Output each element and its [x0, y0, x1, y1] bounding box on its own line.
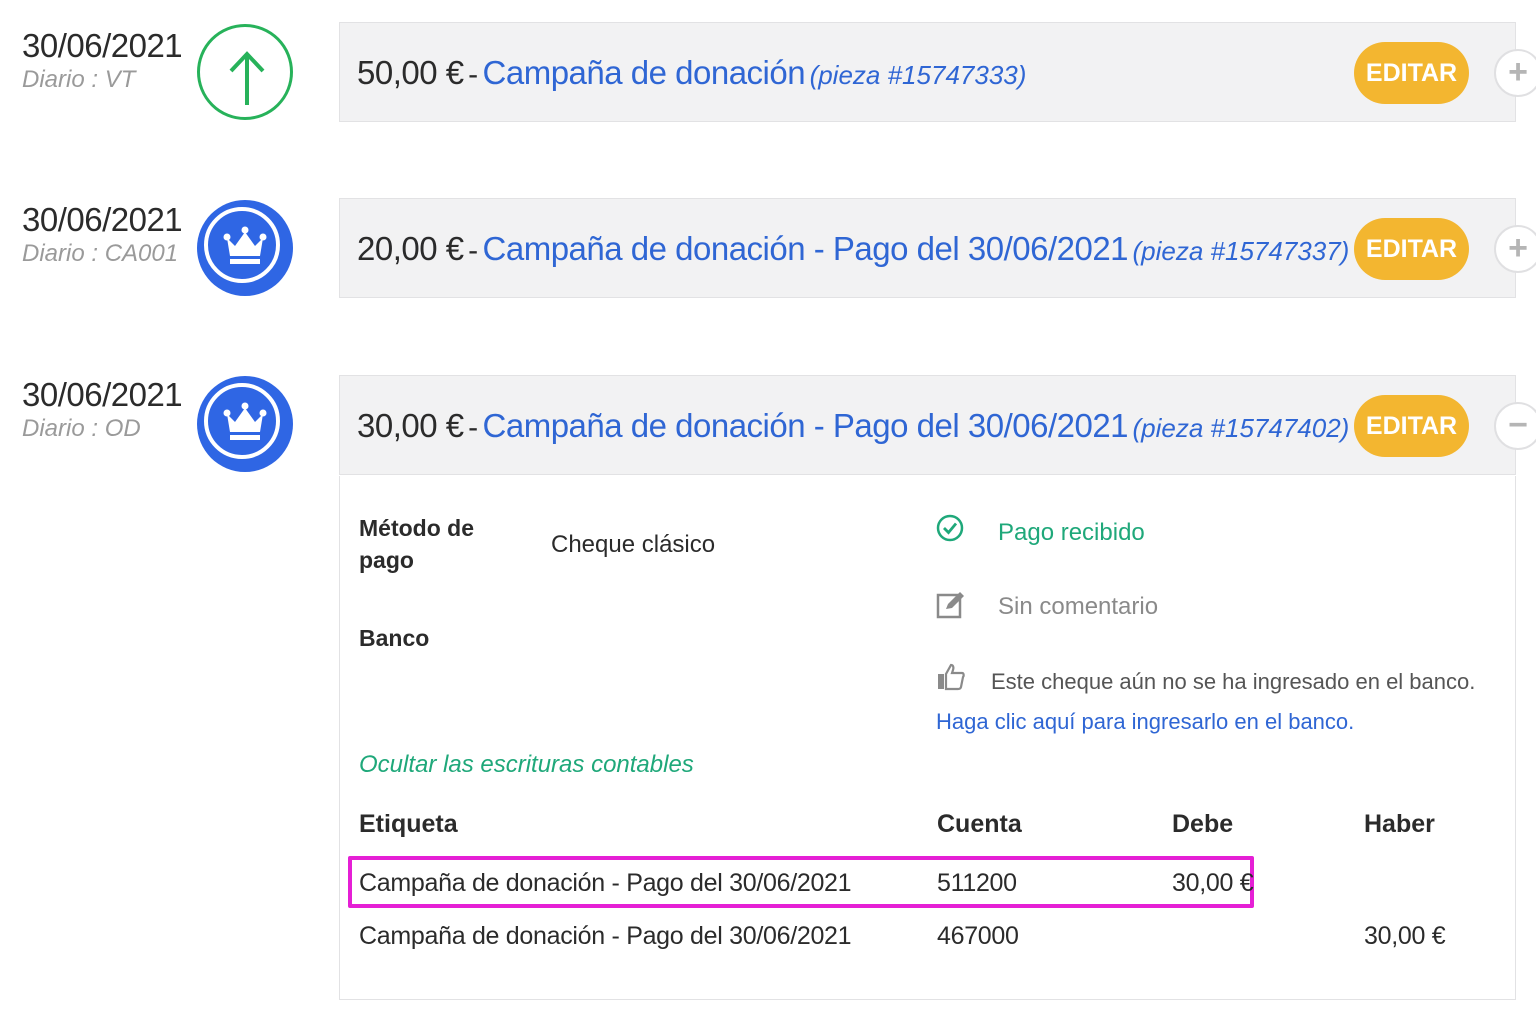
entry-piece-number: (pieza #15747402): [1132, 413, 1350, 443]
edit-button[interactable]: EDITAR: [1354, 42, 1469, 104]
column-header-label: Etiqueta: [359, 810, 458, 838]
entry-journal: Diario : VT: [22, 66, 136, 93]
deposit-notice-text: Este cheque aún no se ha ingresado en el…: [991, 669, 1476, 694]
entry-3-date-block: 30/06/2021 Diario : OD: [22, 377, 192, 443]
entry-journal: Diario : CA001: [22, 240, 179, 267]
cell-credit: 30,00 €: [1364, 922, 1446, 950]
arrow-up-icon: [197, 24, 293, 120]
entry-separator: -: [468, 58, 479, 91]
cell-account: 467000: [937, 922, 1019, 950]
crown-icon: [197, 376, 293, 472]
expand-icon[interactable]: +: [1494, 225, 1536, 273]
entry-3-header[interactable]: 30,00 € - Campaña de donación - Pago del…: [339, 375, 1536, 476]
entry-title-link[interactable]: Campaña de donación - Pago del 30/06/202…: [483, 230, 1129, 267]
entry-title: 20,00 € - Campaña de donación - Pago del…: [357, 199, 1349, 299]
deposit-link[interactable]: Haga clic aquí para ingresarlo en el ban…: [936, 709, 1354, 734]
payment-method-label: Método de pago: [359, 515, 474, 573]
payment-status: Pago recibido: [998, 519, 1145, 546]
check-circle-icon: [936, 514, 964, 547]
column-header-credit: Haber: [1364, 810, 1435, 838]
entry-title-link[interactable]: Campaña de donación: [483, 54, 806, 91]
payment-method-value: Cheque clásico: [551, 531, 716, 558]
column-header-account: Cuenta: [937, 810, 1022, 838]
entry-amount: 50,00 €: [357, 54, 464, 91]
entry-title: 50,00 € - Campaña de donación (pieza #15…: [357, 23, 1026, 123]
cell-account: 511200: [937, 869, 1017, 897]
entry-title-link[interactable]: Campaña de donación - Pago del 30/06/202…: [483, 407, 1129, 444]
entry-separator: -: [468, 234, 479, 267]
entry-amount: 30,00 €: [357, 407, 464, 444]
entry-amount: 20,00 €: [357, 230, 464, 267]
entry-piece-number: (pieza #15747333): [809, 60, 1027, 90]
cell-label: Campaña de donación - Pago del 30/06/202…: [359, 922, 852, 950]
entry-3-details-panel: Método de pago Cheque clásico Banco Pago…: [339, 476, 1516, 1000]
collapse-icon[interactable]: −: [1494, 402, 1536, 450]
entry-title: 30,00 € - Campaña de donación - Pago del…: [357, 376, 1349, 476]
edit-note-icon[interactable]: [936, 590, 966, 625]
hide-entries-link[interactable]: Ocultar las escrituras contables: [359, 751, 694, 779]
comment-text: Sin comentario: [998, 593, 1159, 620]
entry-1-date-block: 30/06/2021 Diario : VT: [22, 28, 192, 94]
entry-journal: Diario : OD: [22, 415, 141, 442]
entry-piece-number: (pieza #15747337): [1132, 236, 1350, 266]
column-header-debit: Debe: [1172, 810, 1234, 838]
edit-button[interactable]: EDITAR: [1354, 218, 1469, 280]
entry-date: 30/06/2021: [22, 201, 183, 238]
bank-label: Banco: [359, 625, 430, 651]
edit-button[interactable]: EDITAR: [1354, 395, 1469, 457]
entry-date: 30/06/2021: [22, 376, 183, 413]
expand-icon[interactable]: +: [1494, 49, 1536, 97]
cell-label: Campaña de donación - Pago del 30/06/202…: [359, 869, 852, 897]
entry-1-header[interactable]: 50,00 € - Campaña de donación (pieza #15…: [339, 22, 1536, 123]
crown-icon: [197, 200, 293, 296]
deposit-notice-block: Este cheque aún no se ha ingresado en el…: [936, 662, 1496, 742]
entry-date: 30/06/2021: [22, 27, 183, 64]
entry-2-header[interactable]: 20,00 € - Campaña de donación - Pago del…: [339, 198, 1536, 299]
entry-2-date-block: 30/06/2021 Diario : CA001: [22, 202, 192, 268]
entry-separator: -: [468, 411, 479, 444]
cell-debit: 30,00 €: [1172, 869, 1254, 897]
